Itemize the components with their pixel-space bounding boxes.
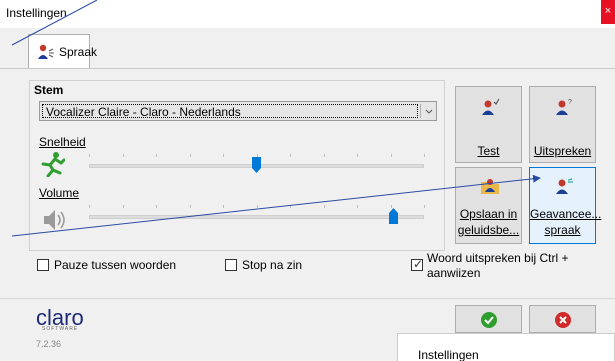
slider-tick — [256, 205, 258, 208]
check-circle-icon — [481, 312, 497, 328]
slider-tick — [357, 154, 358, 157]
checkmark-icon: ✓ — [413, 257, 424, 271]
ok-button[interactable] — [455, 305, 522, 333]
voice-select-separator — [420, 104, 421, 118]
slider-tick — [189, 205, 191, 208]
stop-after-sentence-label: Stop na zin — [242, 258, 303, 272]
speaker-person-icon — [38, 44, 54, 59]
advanced-speech-button[interactable]: Geavancee... spraak — [529, 167, 602, 244]
tab-strip: Spraak — [0, 28, 615, 69]
folder-speaker-icon — [481, 179, 499, 194]
tab-label: Spraak — [59, 45, 98, 59]
cancel-circle-icon — [555, 312, 571, 328]
volume-slider-thumb[interactable] — [389, 208, 399, 224]
pause-between-words-checkbox[interactable] — [37, 259, 49, 271]
slider-tick — [156, 154, 157, 157]
voice-select-focus: Vocalizer Claire - Claro - Nederlands — [42, 104, 418, 119]
popup-title: Instellingen — [418, 348, 479, 361]
ctrl-point-checkbox[interactable]: ✓ — [411, 257, 424, 271]
window-title: Instellingen — [6, 6, 67, 20]
tab-spraak[interactable]: Spraak — [28, 34, 97, 68]
stop-after-sentence-checkbox[interactable] — [225, 259, 237, 271]
slider-tick — [390, 205, 392, 208]
speaker-waves-icon — [556, 178, 573, 194]
slider-tick — [424, 205, 425, 208]
speaker-question-icon: ? — [556, 99, 572, 115]
slider-tick — [89, 205, 90, 208]
advanced-label-line1: Geavancee... — [530, 207, 602, 221]
ctrl-point-label-line2: aanwijzen — [427, 266, 481, 277]
speaker-person-icon — [482, 98, 500, 115]
slider-tick — [290, 205, 291, 208]
slider-tick — [122, 154, 124, 157]
test-label: Test — [477, 144, 500, 158]
slider-tick — [223, 154, 224, 157]
cancel-button[interactable] — [529, 305, 596, 333]
volume-label: Volume — [39, 186, 80, 200]
save-label-line1: Opslaan in — [459, 207, 518, 221]
close-button[interactable]: × — [601, 0, 615, 24]
svg-text:?: ? — [568, 99, 572, 106]
chevron-down-icon — [425, 109, 433, 114]
voice-group-label: Stem — [34, 83, 64, 97]
version-label: 7.2.36 — [36, 339, 62, 349]
ctrl-point-label-line1: Woord uitspreken bij Ctrl + — [427, 251, 569, 265]
slider-tick — [323, 154, 325, 157]
popup-window[interactable]: Instellingen — [397, 333, 615, 361]
slider-tick — [189, 154, 191, 157]
running-figure-icon — [41, 152, 65, 177]
slider-tick — [256, 154, 258, 157]
slider-tick — [290, 154, 291, 157]
slider-tick — [390, 154, 392, 157]
slider-tick — [89, 154, 90, 157]
slider-tick — [156, 205, 157, 208]
claro-logo-sub: SOFTWARE — [42, 326, 79, 332]
speak-label: Uitspreken — [533, 144, 592, 158]
voice-select-value: Vocalizer Claire - Claro - Nederlands — [46, 105, 241, 119]
save-to-audio-button[interactable]: Opslaan in geluidsbe... — [455, 167, 522, 244]
speaker-icon — [44, 210, 65, 230]
advanced-label-line2: spraak — [544, 223, 581, 237]
volume-slider-track — [89, 215, 424, 219]
voice-select[interactable]: Vocalizer Claire - Claro - Nederlands — [39, 101, 437, 121]
slider-tick — [424, 154, 425, 157]
slider-tick — [357, 205, 358, 208]
speed-slider-thumb[interactable] — [252, 157, 261, 173]
pause-between-words-label: Pauze tussen woorden — [54, 258, 177, 272]
title-bar: Instellingen × — [0, 0, 615, 28]
slider-tick — [323, 205, 325, 208]
settings-window: Instellingen × Spraak Stem Vocalizer Cla… — [0, 0, 615, 361]
speed-label: Snelheid — [39, 135, 86, 149]
speak-button[interactable]: ? Uitspreken — [529, 86, 596, 163]
slider-tick — [122, 205, 124, 208]
save-label-line2: geluidsbe... — [457, 223, 520, 237]
test-button[interactable]: Test — [455, 86, 522, 163]
slider-tick — [223, 205, 224, 208]
